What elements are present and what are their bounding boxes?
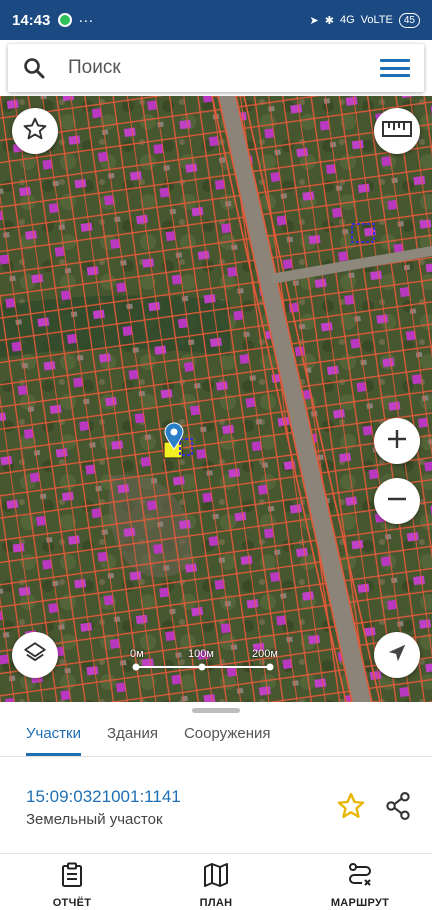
layers-icon: [22, 640, 48, 671]
location-icon: ➤: [309, 14, 319, 27]
scale-labels: 0м 100м 200м: [130, 648, 290, 662]
status-notification-icons: ···: [58, 12, 93, 29]
app-root: 14:43 ··· ➤ ✱ 4G VoLTE 45 Поиск 0м 100м …: [0, 0, 432, 910]
share-icon: [384, 792, 412, 825]
zoom-out-button[interactable]: [374, 478, 420, 524]
status-right-icons: ➤ ✱ 4G VoLTE 45: [309, 12, 420, 28]
route-icon: [347, 862, 373, 893]
status-bar: 14:43 ··· ➤ ✱ 4G VoLTE 45: [0, 0, 432, 40]
plus-icon: [385, 427, 409, 456]
search-input[interactable]: [68, 57, 380, 79]
favorite-map-button[interactable]: [12, 108, 58, 154]
share-button[interactable]: [384, 791, 412, 821]
cadastral-number-link[interactable]: 15:09:0321001:1141: [26, 787, 181, 807]
scale-label-200: 200м: [252, 648, 278, 660]
parcel-card[interactable]: 15:09:0321001:1141 Земельный участок: [0, 757, 432, 853]
hamburger-menu-icon[interactable]: [380, 56, 410, 80]
bluetooth-icon: ✱: [324, 14, 334, 27]
tab-buildings[interactable]: Здания: [107, 725, 158, 756]
battery-level: 45: [398, 12, 420, 28]
ruler-icon: [382, 120, 412, 142]
more-notifications-indicator: ···: [78, 11, 94, 29]
report-icon: [60, 862, 84, 893]
nav-report-label: ОТЧЁТ: [52, 897, 92, 909]
whatsapp-icon: [58, 13, 73, 27]
status-time: 14:43: [12, 11, 51, 29]
layers-button[interactable]: [12, 632, 58, 678]
network-type: 4G: [339, 14, 355, 26]
zoom-in-button[interactable]: [374, 418, 420, 464]
my-location-button[interactable]: [374, 632, 420, 678]
search-bar: [8, 44, 424, 92]
star-icon: [336, 792, 366, 825]
nav-report[interactable]: ОТЧЁТ: [0, 854, 144, 910]
navigation-arrow-icon: [386, 642, 408, 669]
location-pin-icon: [164, 422, 184, 450]
satellite-map-layer: [0, 96, 432, 702]
scale-label-100: 100м: [188, 648, 214, 660]
map-plan-icon: [203, 862, 229, 893]
minus-icon: [385, 487, 409, 516]
scale-label-0: 0м: [130, 648, 144, 660]
nav-plan-label: ПЛАН: [199, 897, 233, 909]
search-icon[interactable]: [22, 56, 46, 80]
bottom-navigation: ОТЧЁТ ПЛАН МАРШРУТ: [0, 853, 432, 910]
nav-plan[interactable]: ПЛАН: [144, 854, 288, 910]
parcel-type-label: Земельный участок: [26, 811, 163, 828]
nav-route[interactable]: МАРШРУТ: [288, 854, 432, 910]
tab-parcels[interactable]: Участки: [26, 725, 81, 756]
volte-indicator: VoLTE: [360, 14, 393, 26]
nav-route-label: МАРШРУТ: [330, 897, 390, 909]
tab-structures[interactable]: Сооружения: [184, 725, 271, 756]
favorite-parcel-button[interactable]: [336, 791, 366, 821]
map-scale-bar: 0м 100м 200м: [130, 648, 290, 674]
map-view[interactable]: 0м 100м 200м: [0, 96, 432, 702]
measure-button[interactable]: [374, 108, 420, 154]
star-outline-icon: [22, 116, 48, 147]
bottom-sheet-drag-handle[interactable]: [192, 708, 240, 713]
